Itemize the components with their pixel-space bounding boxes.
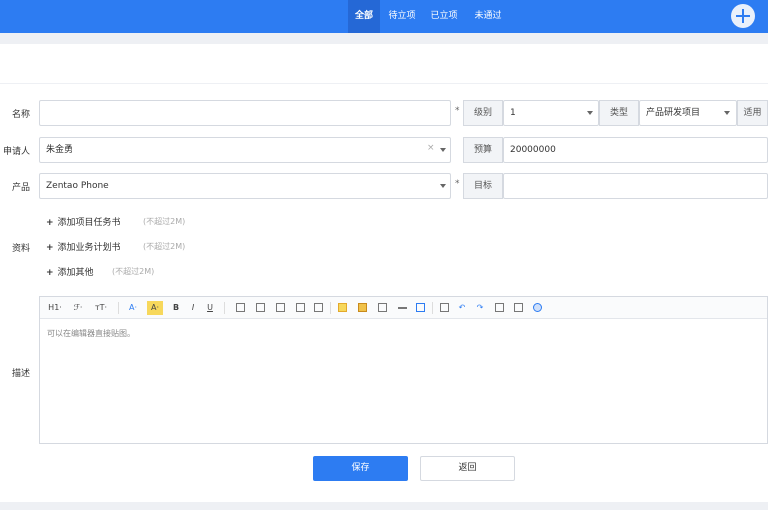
code-block-icon[interactable] (416, 303, 425, 312)
italic-button[interactable]: I (188, 301, 198, 315)
align-center-icon[interactable] (256, 303, 265, 312)
required-marker: * (455, 106, 460, 116)
toolbar-divider (432, 302, 433, 314)
applicant-value: 朱金勇 (46, 145, 74, 155)
applicant-label: 申请人 (2, 147, 30, 157)
tab-approved[interactable]: 已立项 (426, 0, 462, 33)
plus-icon: + (46, 243, 54, 253)
tab-pending[interactable]: 待立项 (384, 0, 420, 33)
fullscreen-icon[interactable] (495, 303, 504, 312)
align-right-icon[interactable] (276, 303, 285, 312)
level-select[interactable]: 1 (503, 100, 599, 126)
clear-icon[interactable]: × (427, 143, 435, 153)
underline-button[interactable]: U (205, 301, 215, 315)
product-label: 产品 (11, 183, 30, 193)
plus-icon: + (46, 268, 54, 278)
name-label: 名称 (11, 110, 30, 120)
size-hint: (不超过2M) (143, 242, 186, 251)
type-value: 产品研发项目 (646, 108, 701, 118)
help-icon[interactable] (533, 303, 542, 312)
bold-button[interactable]: B (171, 301, 181, 315)
add-task-book-label: 添加项目任务书 (57, 218, 121, 228)
toolbar-divider (118, 302, 119, 314)
horizontal-rule-icon[interactable] (398, 307, 407, 309)
attachments-label: 资料 (11, 244, 30, 254)
add-task-book-link[interactable]: + 添加项目任务书 (46, 215, 121, 228)
editor-placeholder: 可以在编辑器直接贴图。 (47, 329, 135, 338)
editor-toolbar: H1· ℱ· ᴛT· A· A· B I U ↶ ↷ (40, 297, 767, 319)
undo-icon[interactable]: ↶ (457, 301, 467, 315)
save-button[interactable]: 保存 (313, 456, 408, 481)
tab-all[interactable]: 全部 (348, 0, 380, 33)
add-other-link[interactable]: + 添加其他 (46, 265, 94, 278)
chevron-down-icon (724, 111, 730, 115)
budget-value: 20000000 (510, 145, 556, 155)
font-family-button[interactable]: ℱ· (70, 301, 86, 315)
budget-label: 预算 (463, 137, 503, 163)
type-label: 类型 (599, 100, 639, 126)
level-label: 级别 (463, 100, 503, 126)
font-color-button[interactable]: A· (125, 301, 141, 315)
description-editor[interactable]: H1· ℱ· ᴛT· A· A· B I U ↶ ↷ 可以在编辑器直接贴图。 (39, 296, 768, 444)
level-value: 1 (510, 108, 516, 118)
table-icon[interactable] (378, 303, 387, 312)
tab-rejected[interactable]: 未通过 (470, 0, 506, 33)
unordered-list-icon[interactable] (314, 303, 323, 312)
add-other-label: 添加其他 (57, 268, 94, 278)
add-business-plan-link[interactable]: + 添加业务计划书 (46, 240, 121, 253)
product-select[interactable]: Zentao Phone (39, 173, 451, 199)
emoji-icon[interactable] (338, 303, 347, 312)
toolbar-divider (224, 302, 225, 314)
copy-icon[interactable] (514, 303, 523, 312)
applicant-select[interactable]: 朱金勇 (39, 137, 451, 163)
add-circle-icon[interactable] (731, 4, 755, 28)
top-navbar: 全部 待立项 已立项 未通过 (0, 0, 768, 33)
redo-icon[interactable]: ↷ (475, 301, 485, 315)
budget-input[interactable]: 20000000 (503, 137, 768, 163)
size-hint: (不超过2M) (112, 267, 155, 276)
highlight-color-button[interactable]: A· (147, 301, 163, 315)
image-icon[interactable] (358, 303, 367, 312)
align-left-icon[interactable] (236, 303, 245, 312)
goal-input[interactable] (503, 173, 768, 199)
type-select[interactable]: 产品研发项目 (639, 100, 737, 126)
panel-header (0, 44, 768, 84)
back-button[interactable]: 返回 (420, 456, 515, 481)
toolbar-divider (330, 302, 331, 314)
required-marker: * (455, 179, 460, 189)
description-label: 描述 (11, 369, 30, 379)
edit-icon[interactable] (440, 303, 449, 312)
goal-label: 目标 (463, 173, 503, 199)
add-business-plan-label: 添加业务计划书 (57, 243, 121, 253)
ordered-list-icon[interactable] (296, 303, 305, 312)
name-input[interactable] (39, 100, 451, 126)
chevron-down-icon (587, 111, 593, 115)
product-value: Zentao Phone (46, 181, 109, 191)
heading-button[interactable]: H1· (46, 301, 64, 315)
apply-label: 适用 (737, 100, 768, 126)
size-hint: (不超过2M) (143, 217, 186, 226)
chevron-down-icon (440, 184, 446, 188)
chevron-down-icon (440, 148, 446, 152)
font-size-button[interactable]: ᴛT· (92, 301, 110, 315)
plus-icon: + (46, 218, 54, 228)
